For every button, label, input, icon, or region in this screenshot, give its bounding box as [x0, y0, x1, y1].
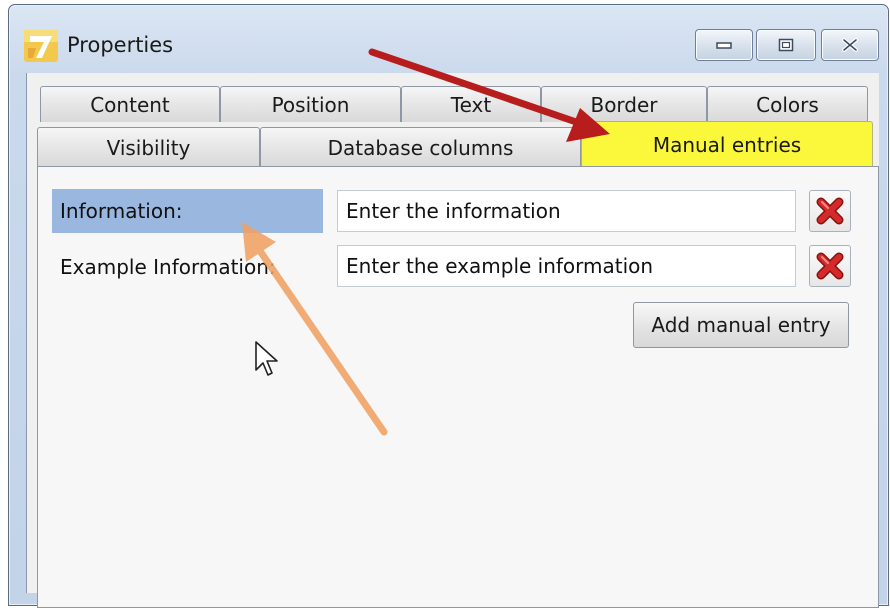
tab-label: Content	[90, 93, 170, 117]
input-value: Enter the example information	[346, 254, 654, 278]
delete-entry-button[interactable]	[809, 190, 851, 232]
title-bar[interactable]: Properties	[9, 5, 888, 67]
tab-label: Manual entries	[652, 133, 802, 157]
entry-label-information[interactable]: Information:	[52, 189, 323, 233]
add-button-label: Add manual entry	[651, 313, 831, 337]
delete-icon	[816, 252, 844, 280]
delete-icon	[816, 197, 844, 225]
tab-label: Text	[450, 93, 492, 117]
minimize-button[interactable]	[695, 29, 753, 61]
information-input[interactable]: Enter the information	[337, 190, 796, 232]
tab-border[interactable]: Border	[541, 86, 707, 122]
tab-text[interactable]: Text	[401, 86, 541, 122]
tab-database-columns[interactable]: Database columns	[260, 127, 581, 167]
tab-content[interactable]: Content	[40, 86, 220, 122]
tab-manual-entries[interactable]: Manual entries	[581, 121, 873, 167]
delete-entry-button[interactable]	[809, 245, 851, 287]
app-logo-icon	[24, 30, 58, 62]
tab-label: Border	[590, 93, 658, 117]
tab-label: Colors	[756, 93, 819, 117]
tab-position[interactable]: Position	[220, 86, 401, 122]
minimize-icon	[716, 42, 732, 49]
close-button[interactable]	[821, 29, 879, 61]
tab-label: Position	[271, 93, 350, 117]
entry-label-text: Information:	[60, 199, 183, 223]
tab-visibility[interactable]: Visibility	[37, 127, 260, 167]
entry-label-example-information[interactable]: Example Information:	[52, 245, 323, 289]
tab-label: Database columns	[327, 136, 514, 160]
add-manual-entry-button[interactable]: Add manual entry	[633, 302, 849, 348]
input-value: Enter the information	[346, 199, 561, 223]
maximize-icon	[778, 38, 794, 52]
maximize-button[interactable]	[756, 29, 816, 61]
entry-label-text: Example Information:	[60, 255, 276, 279]
example-information-input[interactable]: Enter the example information	[337, 245, 796, 287]
tab-label: Visibility	[106, 136, 191, 160]
tab-colors[interactable]: Colors	[707, 86, 868, 122]
close-icon	[842, 38, 858, 52]
window-title: Properties	[67, 33, 174, 57]
